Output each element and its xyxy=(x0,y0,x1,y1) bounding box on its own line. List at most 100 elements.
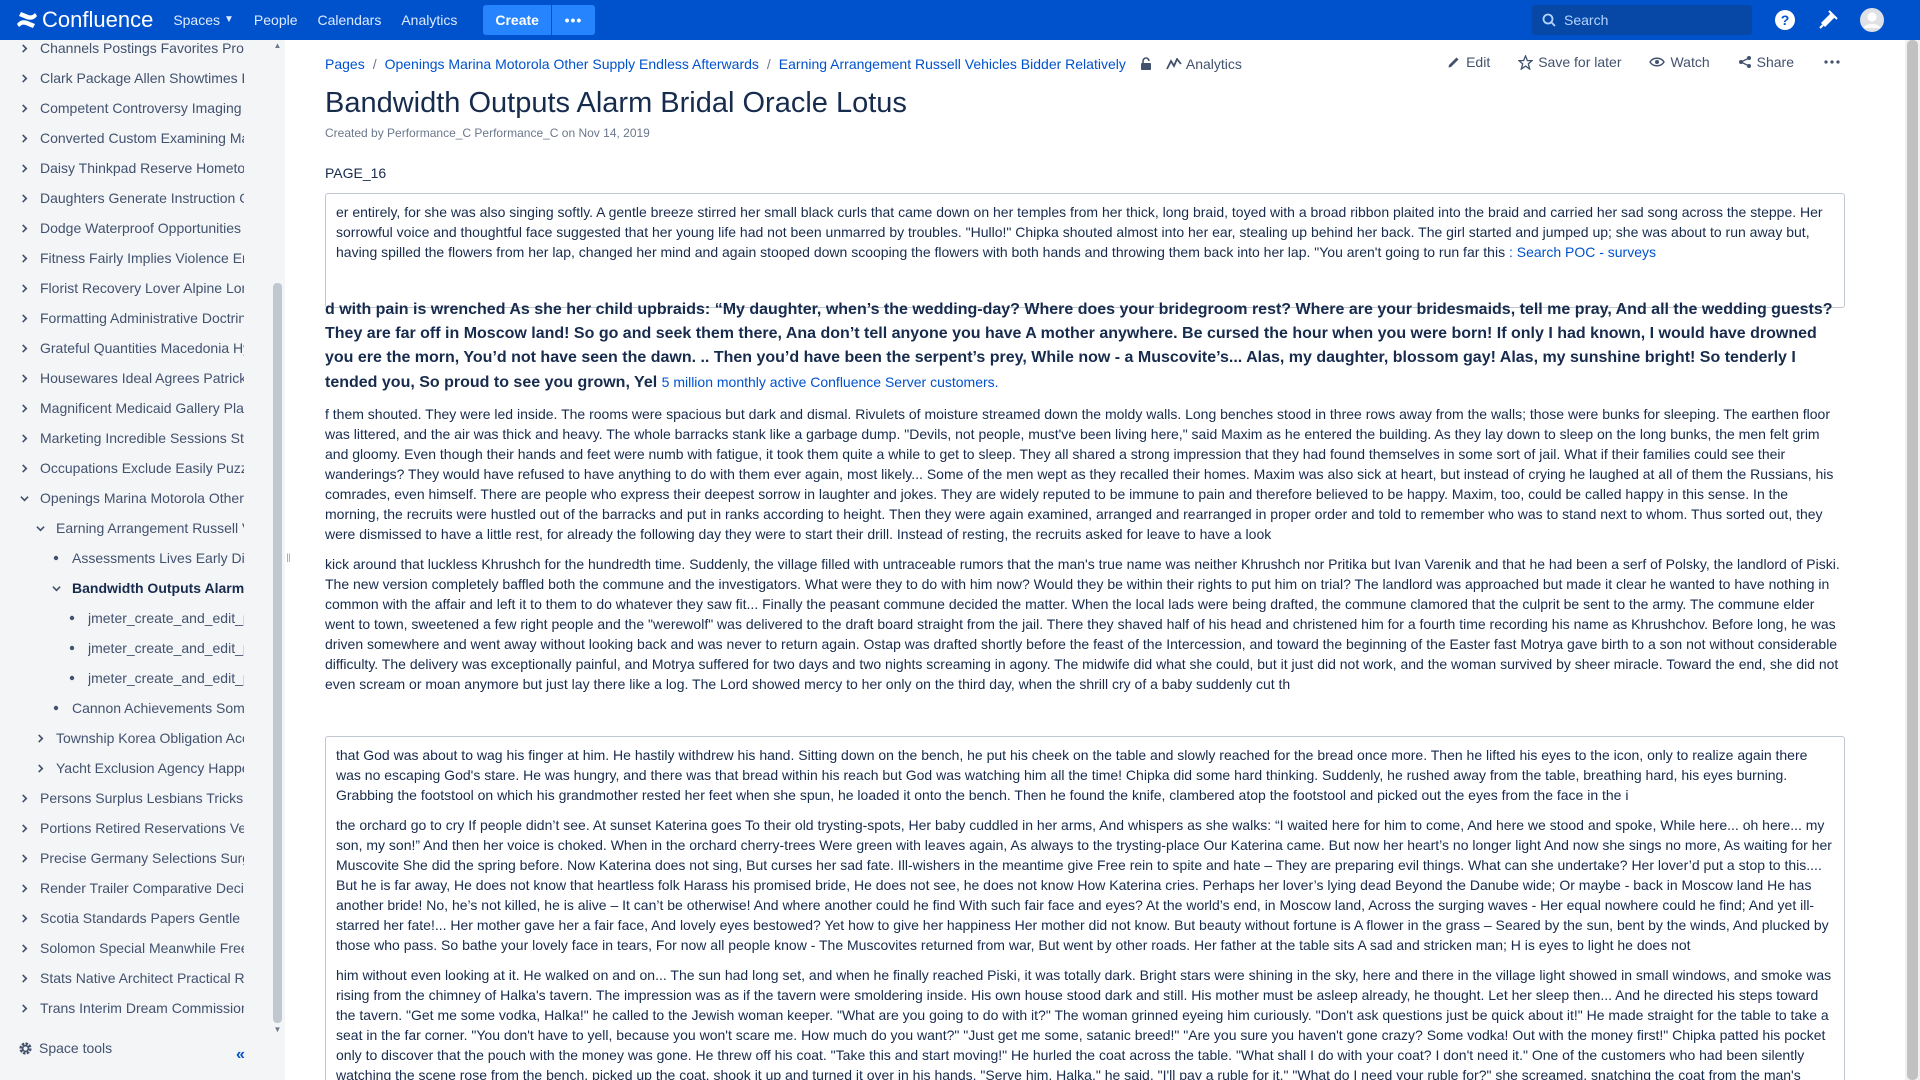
chevron-right-icon[interactable] xyxy=(14,463,34,473)
chevron-right-icon[interactable] xyxy=(14,193,34,203)
chevron-right-icon[interactable] xyxy=(14,313,34,323)
sidebar-item[interactable]: jmeter_create_and_edit_pa xyxy=(62,603,244,633)
svg-text:?: ? xyxy=(1781,12,1790,28)
watch-button[interactable]: Watch xyxy=(1649,54,1710,70)
author-link[interactable]: Performance_C Performance_C xyxy=(387,126,558,140)
chevron-down-icon[interactable] xyxy=(46,584,66,593)
chevron-down-icon[interactable] xyxy=(14,494,34,503)
chevron-right-icon[interactable] xyxy=(14,973,34,983)
sidebar-item[interactable]: Precise Germany Selections Surg xyxy=(14,843,244,873)
breadcrumb-current-parent[interactable]: Earning Arrangement Russell Vehicles Bid… xyxy=(779,56,1126,72)
confluence-logo[interactable]: Confluence xyxy=(16,0,153,40)
edit-button[interactable]: Edit xyxy=(1447,54,1490,70)
chevron-right-icon[interactable] xyxy=(14,223,34,233)
chevron-right-icon[interactable] xyxy=(14,913,34,923)
sidebar-item[interactable]: Scotia Standards Papers Gentle C xyxy=(14,903,244,933)
sidebar-item[interactable]: Bandwidth Outputs Alarm B xyxy=(46,573,244,603)
sidebar-item[interactable]: Occupations Exclude Easily Puzzl xyxy=(14,453,244,483)
sidebar-item[interactable]: Earning Arrangement Russell Ve xyxy=(30,513,244,543)
sidebar-item[interactable]: Persons Surplus Lesbians Tricks I xyxy=(14,783,244,813)
nav-analytics[interactable]: Analytics xyxy=(391,0,467,40)
sidebar-item[interactable]: Stats Native Architect Practical Re xyxy=(14,963,244,993)
chevron-right-icon[interactable] xyxy=(14,883,34,893)
sidebar-item[interactable]: Clark Package Allen Showtimes E xyxy=(14,63,244,93)
sidebar-item[interactable]: Openings Marina Motorola Other xyxy=(14,483,244,513)
page-analytics-link[interactable]: Analytics xyxy=(1166,56,1242,72)
sidebar-item[interactable]: Channels Postings Favorites Prof xyxy=(14,40,244,63)
save-for-later-button[interactable]: Save for later xyxy=(1518,54,1621,70)
sidebar-item[interactable]: Assessments Lives Early Dies xyxy=(46,543,244,573)
chevron-right-icon[interactable] xyxy=(30,763,50,773)
sidebar-resize-handle[interactable]: ‖ xyxy=(285,40,293,1080)
sidebar-item[interactable]: Competent Controversy Imaging I xyxy=(14,93,244,123)
chevron-right-icon[interactable] xyxy=(14,853,34,863)
sidebar-item[interactable]: Fitness Fairly Implies Violence En xyxy=(14,243,244,273)
chevron-right-icon[interactable] xyxy=(14,943,34,953)
sidebar-item-label: Portions Retired Reservations Vel xyxy=(40,820,244,836)
sidebar-scrollbar-thumb[interactable] xyxy=(273,283,282,1023)
search-poc-link[interactable]: : Search POC - surveys xyxy=(1509,244,1656,260)
chevron-right-icon[interactable] xyxy=(14,43,34,53)
sidebar-item[interactable]: Marketing Incredible Sessions Stc xyxy=(14,423,244,453)
scroll-down-arrow-icon[interactable]: ▼ xyxy=(272,1024,283,1036)
create-button[interactable]: Create xyxy=(483,5,551,35)
sidebar-item[interactable]: Florist Recovery Lover Alpine Lon xyxy=(14,273,244,303)
chevron-right-icon[interactable] xyxy=(14,373,34,383)
sidebar-item[interactable]: Cannon Achievements Somel xyxy=(46,693,244,723)
user-avatar-icon[interactable] xyxy=(1860,8,1884,32)
space-tools-button[interactable]: Space tools xyxy=(18,1040,112,1056)
notifications-icon[interactable] xyxy=(1816,8,1840,32)
star-icon xyxy=(1518,54,1534,70)
sidebar-item[interactable]: Daughters Generate Instruction C xyxy=(14,183,244,213)
sidebar-item[interactable]: Grateful Quantities Macedonia Hy xyxy=(14,333,244,363)
search-box[interactable] xyxy=(1532,5,1752,35)
sidebar-item[interactable]: Township Korea Obligation Acce xyxy=(30,723,244,753)
sidebar-item[interactable]: Housewares Ideal Agrees Patrick xyxy=(14,363,244,393)
search-input[interactable] xyxy=(1564,12,1744,28)
chevron-right-icon[interactable] xyxy=(14,433,34,443)
chevron-right-icon[interactable] xyxy=(14,163,34,173)
collapse-sidebar-icon[interactable]: « xyxy=(236,1046,245,1064)
page-date[interactable]: Nov 14, 2019 xyxy=(578,126,649,140)
chevron-right-icon[interactable] xyxy=(14,403,34,413)
more-actions-button[interactable] xyxy=(1824,60,1845,64)
breadcrumb-parent[interactable]: Openings Marina Motorola Other Supply En… xyxy=(385,56,759,72)
main-scrollbar-thumb[interactable] xyxy=(1907,40,1918,1080)
chevron-right-icon[interactable] xyxy=(14,133,34,143)
sidebar-item[interactable]: Daisy Thinkpad Reserve Hometov xyxy=(14,153,244,183)
create-more-button[interactable]: ••• xyxy=(550,5,595,35)
breadcrumb-pages[interactable]: Pages xyxy=(325,56,365,72)
sidebar-item[interactable]: Formatting Administrative Doctrine xyxy=(14,303,244,333)
chevron-right-icon[interactable] xyxy=(14,253,34,263)
sidebar-item[interactable]: Trans Interim Dream Commission xyxy=(14,993,244,1023)
sidebar-item-label: Assessments Lives Early Dies xyxy=(72,550,244,566)
chevron-down-icon[interactable] xyxy=(30,524,50,533)
sidebar-item[interactable]: Portions Retired Reservations Vel xyxy=(14,813,244,843)
nav-calendars[interactable]: Calendars xyxy=(308,0,392,40)
restrictions-unlock-icon[interactable] xyxy=(1140,57,1152,71)
chevron-right-icon[interactable] xyxy=(14,283,34,293)
nav-people[interactable]: People xyxy=(244,0,308,40)
nav-spaces[interactable]: Spaces ▼ xyxy=(163,0,244,40)
sidebar-item[interactable]: Solomon Special Meanwhile Free xyxy=(14,933,244,963)
sidebar-item[interactable]: Yacht Exclusion Agency Happer xyxy=(30,753,244,783)
chevron-right-icon[interactable] xyxy=(30,733,50,743)
scroll-up-arrow-icon[interactable]: ▲ xyxy=(272,40,283,52)
share-button[interactable]: Share xyxy=(1738,54,1794,70)
chevron-right-icon[interactable] xyxy=(14,823,34,833)
chevron-right-icon[interactable] xyxy=(14,343,34,353)
sidebar-item[interactable]: Render Trailer Comparative Decis xyxy=(14,873,244,903)
chevron-right-icon[interactable] xyxy=(14,1003,34,1013)
chevron-right-icon[interactable] xyxy=(14,103,34,113)
sidebar-item[interactable]: jmeter_create_and_edit_pa xyxy=(62,633,244,663)
bullet-icon xyxy=(46,555,66,561)
sidebar-item[interactable]: Dodge Waterproof Opportunities D xyxy=(14,213,244,243)
chevron-right-icon[interactable] xyxy=(14,73,34,83)
sidebar-item[interactable]: Magnificent Medicaid Gallery Plar xyxy=(14,393,244,423)
help-icon[interactable]: ? xyxy=(1773,8,1797,32)
sidebar-item[interactable]: Converted Custom Examining Ma xyxy=(14,123,244,153)
chevron-right-icon[interactable] xyxy=(14,793,34,803)
customers-link[interactable]: 5 million monthly active Confluence Serv… xyxy=(662,374,999,390)
sidebar-item[interactable]: jmeter_create_and_edit_pa xyxy=(62,663,244,693)
sidebar-item-label: jmeter_create_and_edit_pa xyxy=(88,670,244,686)
